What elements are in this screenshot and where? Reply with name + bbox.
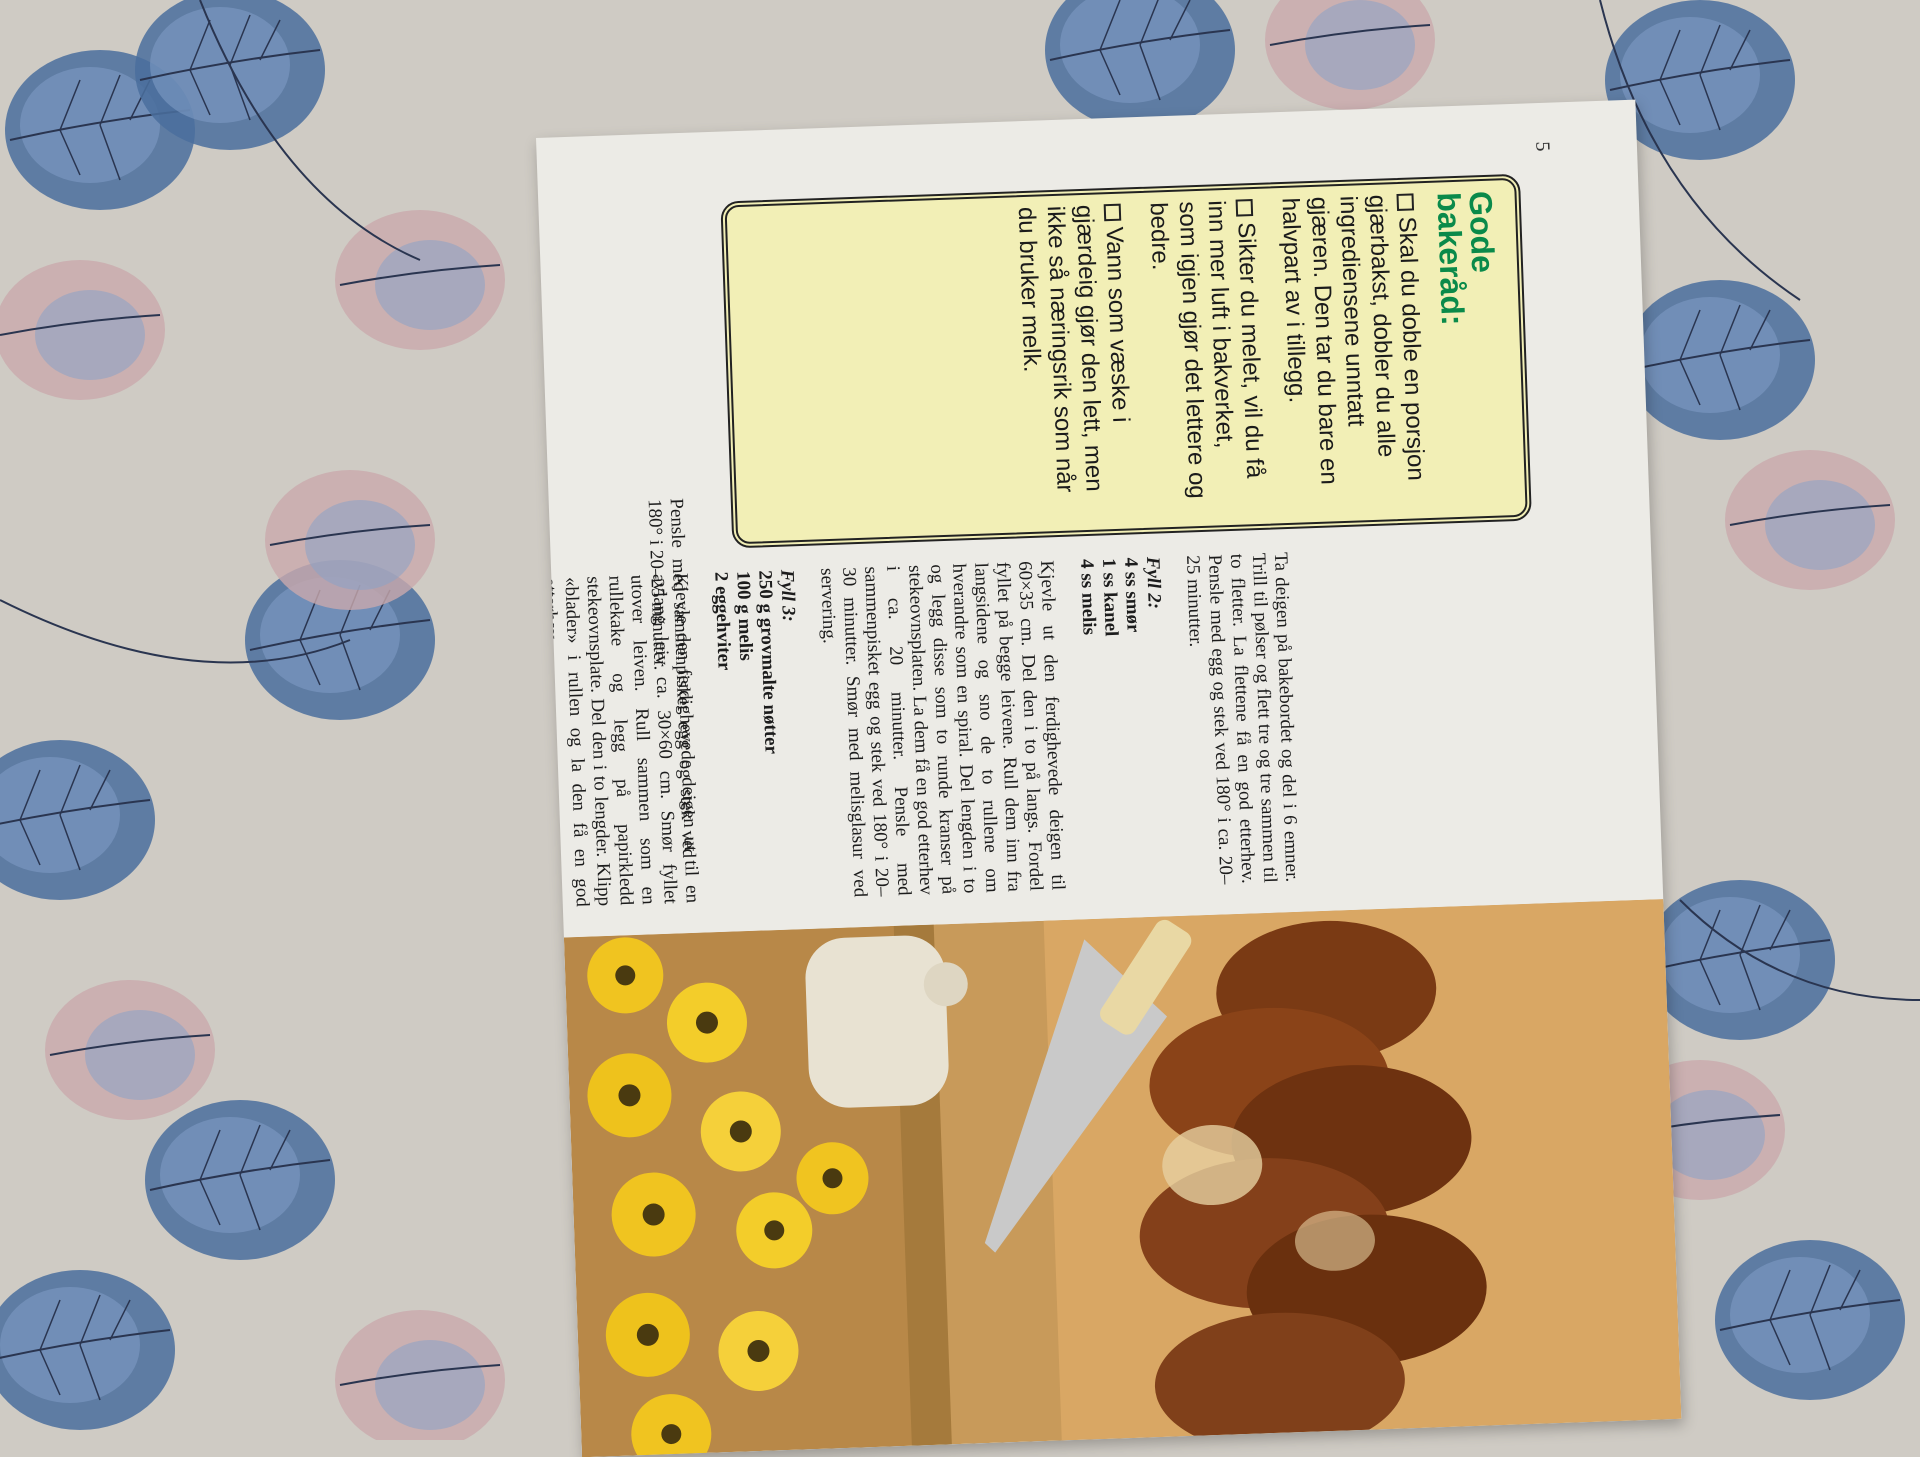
bread-photo (563, 899, 1682, 1457)
checkbox-icon (1103, 203, 1122, 222)
booklet-page: 5 Gode bakeråd: Skal du doble en porsjon… (536, 99, 1682, 1457)
tips-box: Gode bakeråd: Skal du doble en porsjon g… (720, 173, 1532, 549)
tip-item: Vann som væske i gjærdeig gjør den lett,… (1012, 203, 1135, 493)
checkbox-icon (1235, 199, 1254, 217)
fill3-text: Kjevle den ferdighevede deigen ut til en… (538, 572, 703, 908)
tips-title: Gode bakeråd: (1430, 190, 1502, 327)
recipe-column-main: Ta deigen på bakebordet og del i 6 emner… (536, 552, 1303, 943)
fill2-text: Kjevle ut den ferdighevede deigen til 60… (816, 560, 1069, 898)
page-number: 5 (1531, 141, 1554, 152)
checkbox-icon (1396, 193, 1414, 211)
ceramic-jar (805, 935, 949, 1108)
tip-item: Skal du doble en porsjon gjærbakst, dobl… (1276, 193, 1430, 486)
tip-item: Sikter du melet, vil du få inn mer luft … (1144, 199, 1269, 500)
tips-content: Gode bakeråd: Skal du doble en porsjon g… (996, 190, 1507, 508)
recipe-intro: Ta deigen på bakebordet og del i 6 emner… (1181, 551, 1303, 885)
